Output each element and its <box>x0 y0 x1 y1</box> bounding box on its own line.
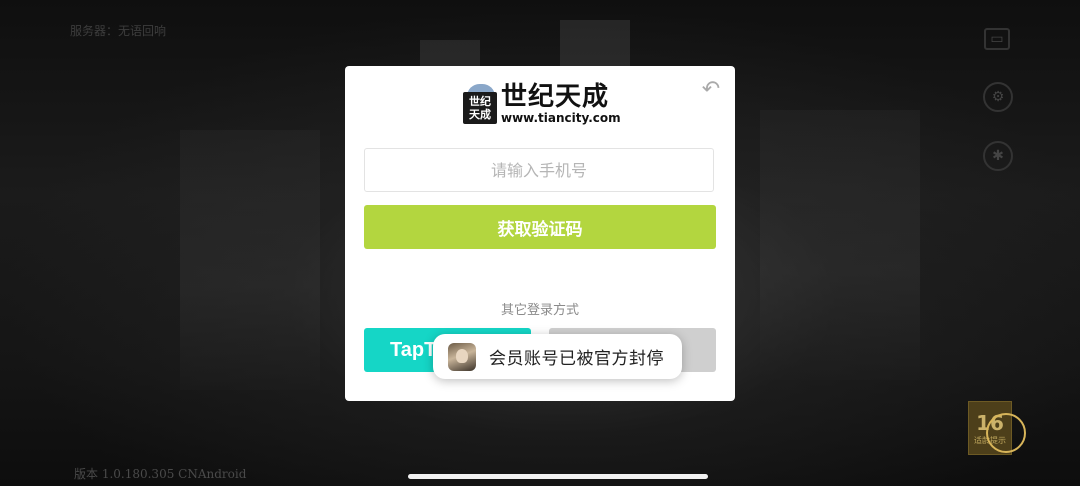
home-indicator-bar[interactable] <box>408 474 708 479</box>
get-verification-code-button[interactable]: 获取验证码 <box>364 205 716 249</box>
settings-gear-icon[interactable]: ⚙ <box>983 82 1013 112</box>
back-arrow-icon[interactable]: ↶ <box>699 78 723 102</box>
age-rating-ring <box>986 413 1026 453</box>
announcement-icon[interactable]: ▭ <box>984 28 1010 50</box>
background-structure <box>760 110 920 380</box>
other-login-methods-label: 其它登录方式 <box>500 303 579 318</box>
background-structure <box>180 130 320 390</box>
toast-notification: 会员账号已被官方封停 <box>433 334 682 379</box>
tiancity-logo: 世纪 天成 世纪天成 www.tiancity.com <box>463 80 621 128</box>
logo-text: 世纪天成 www.tiancity.com <box>501 83 621 125</box>
game-avatar-icon <box>448 342 476 371</box>
version-label: 版本 1.0.180.305 CNAndroid <box>74 467 247 481</box>
toast-message: 会员账号已被官方封停 <box>489 349 664 369</box>
phone-number-input[interactable] <box>364 148 714 192</box>
server-label: 服务器：无语回响 <box>70 24 167 38</box>
logo-mark-text: 世纪 天成 <box>463 92 497 124</box>
tiancity-logo-mark: 世纪 天成 <box>463 84 497 124</box>
logo-brand-url: www.tiancity.com <box>501 111 621 125</box>
logo-brand-cn: 世纪天成 <box>501 82 610 112</box>
customer-service-icon[interactable]: ✱ <box>983 141 1013 171</box>
